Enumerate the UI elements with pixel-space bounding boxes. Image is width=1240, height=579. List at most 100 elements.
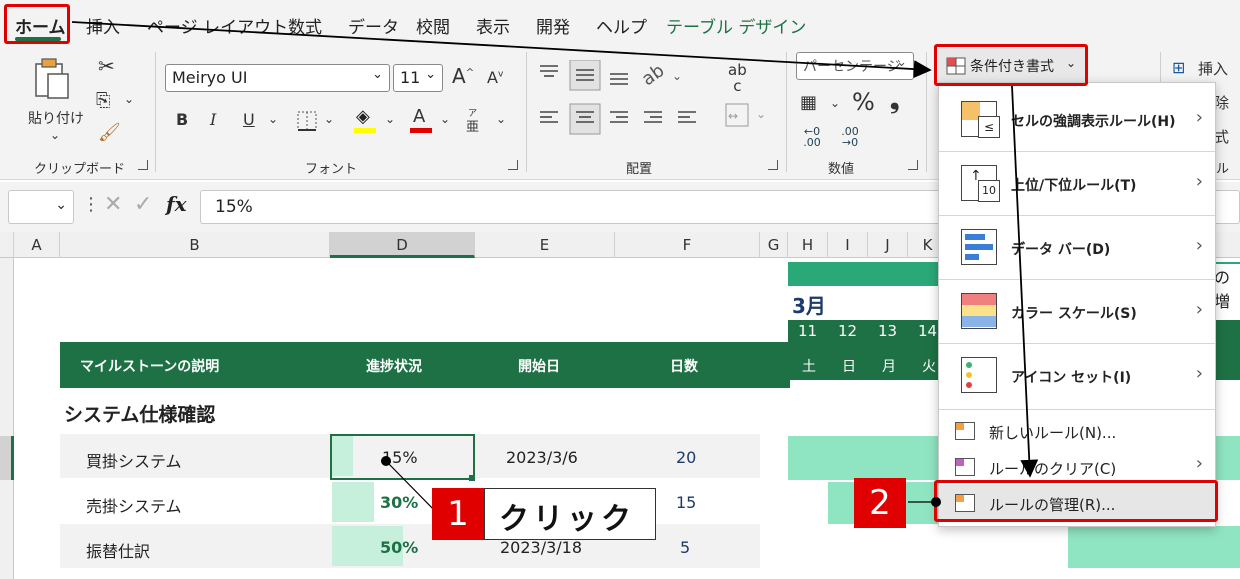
fill-handle[interactable] bbox=[469, 475, 475, 481]
gantt-weekday: 日 bbox=[842, 359, 856, 375]
tab-data[interactable]: データ bbox=[348, 13, 399, 38]
progress-value[interactable]: 50% bbox=[380, 538, 418, 557]
step-2-badge: 2 bbox=[854, 478, 906, 528]
format-cells-label[interactable]: 式 bbox=[1214, 126, 1229, 147]
underline-button[interactable]: U bbox=[243, 110, 255, 129]
column-header-a[interactable]: A bbox=[14, 232, 60, 258]
phonetic-dropdown-icon[interactable]: ⌄ bbox=[496, 112, 506, 126]
alignment-launcher-icon[interactable] bbox=[768, 160, 778, 170]
more-options-icon[interactable]: ⋮ bbox=[82, 194, 100, 215]
font-size-select[interactable]: 11 ⌄ bbox=[393, 64, 443, 92]
italic-button[interactable]: I bbox=[210, 110, 216, 129]
grow-font-button[interactable]: A^ bbox=[452, 64, 474, 88]
insert-cells-label[interactable]: 挿入 bbox=[1198, 58, 1228, 79]
days-value[interactable]: 15 bbox=[676, 493, 696, 512]
tab-page-layout[interactable]: ページ レイアウト bbox=[147, 13, 288, 38]
header-milestone[interactable]: マイルストーンの説明 bbox=[80, 356, 219, 376]
menu-item-highlight-rules[interactable]: ≤ セルの強調表示ルール(H) › bbox=[939, 87, 1215, 151]
icon-sets-icon bbox=[961, 357, 997, 393]
insert-cells-icon[interactable]: ⊞ bbox=[1172, 58, 1185, 77]
font-launcher-icon[interactable] bbox=[508, 160, 518, 170]
select-all-corner[interactable] bbox=[0, 232, 14, 258]
milestone-name[interactable]: 買掛システム bbox=[86, 448, 182, 472]
enter-icon[interactable]: ✓ bbox=[134, 192, 152, 217]
phonetic-guide-button[interactable]: ア亜 bbox=[466, 106, 479, 135]
copy-dropdown-icon[interactable]: ⌄ bbox=[124, 92, 134, 106]
comma-button[interactable]: ❟ bbox=[890, 86, 899, 114]
top-bottom-rules-icon: ↑ 10 bbox=[961, 165, 1000, 202]
currency-icon[interactable]: ▦ bbox=[800, 92, 817, 113]
underline-dropdown-icon[interactable]: ⌄ bbox=[268, 112, 278, 126]
column-header-b[interactable]: B bbox=[60, 232, 330, 258]
milestone-name[interactable]: 売掛システム bbox=[86, 493, 182, 517]
copy-icon[interactable]: ⎘ bbox=[96, 90, 110, 111]
header-start-date[interactable]: 開始日 bbox=[518, 356, 560, 376]
start-date[interactable]: 2023/3/18 bbox=[500, 538, 582, 557]
name-box[interactable]: ⌄ bbox=[8, 190, 74, 224]
menu-item-top-bottom-rules[interactable]: ↑ 10 上位/下位ルール(T) › bbox=[939, 151, 1215, 215]
wrap-text-button[interactable]: ab c bbox=[728, 62, 747, 94]
cancel-icon[interactable]: ✕ bbox=[104, 192, 122, 217]
progress-value[interactable]: 30% bbox=[380, 493, 418, 512]
gantt-weekday: 月 bbox=[882, 359, 896, 375]
phonetic-glyph: 亜 bbox=[466, 120, 480, 135]
format-painter-icon[interactable]: 🖌 bbox=[98, 122, 121, 143]
column-header-i[interactable]: I bbox=[828, 232, 868, 258]
paste-button[interactable]: 貼り付け ⌄ bbox=[22, 56, 84, 146]
column-header-j[interactable]: J bbox=[868, 232, 908, 258]
currency-dropdown-icon[interactable]: ⌄ bbox=[830, 96, 840, 110]
delete-cells-label[interactable]: 除 bbox=[1214, 92, 1229, 113]
column-header-d[interactable]: D bbox=[330, 232, 475, 258]
number-launcher-icon[interactable] bbox=[908, 160, 918, 170]
tab-review[interactable]: 校閲 bbox=[416, 13, 450, 38]
tab-insert[interactable]: 挿入 bbox=[86, 13, 120, 38]
gantt-weekday: 火 bbox=[922, 359, 936, 375]
border-dropdown-icon[interactable]: ⌄ bbox=[324, 112, 334, 126]
days-value[interactable]: 5 bbox=[680, 538, 690, 557]
progress-value[interactable]: 15% bbox=[382, 448, 418, 467]
bold-button[interactable]: B bbox=[176, 110, 188, 129]
number-format-select[interactable]: パーセンテージ ⌄ bbox=[796, 52, 914, 80]
percent-button[interactable]: % bbox=[852, 88, 875, 116]
highlight-home-tab bbox=[4, 4, 70, 44]
decrease-decimal-button[interactable]: .00 →0 bbox=[838, 126, 862, 148]
milestone-name[interactable]: 振替仕訳 bbox=[86, 538, 150, 562]
fill-color-button[interactable]: ◈ bbox=[354, 106, 378, 136]
menu-item-data-bars[interactable]: データ バー(D) › bbox=[939, 215, 1215, 279]
gantt-day: 12 bbox=[838, 322, 858, 340]
tab-view[interactable]: 表示 bbox=[476, 13, 510, 38]
shrink-font-button[interactable]: Av bbox=[487, 68, 503, 87]
menu-item-color-scales[interactable]: カラー スケール(S) › bbox=[939, 279, 1215, 343]
font-color-button[interactable]: A bbox=[410, 106, 432, 136]
tab-help[interactable]: ヘルプ bbox=[596, 13, 647, 38]
border-icon[interactable] bbox=[296, 110, 318, 132]
start-date[interactable]: 2023/3/6 bbox=[506, 448, 578, 467]
insert-function-icon[interactable]: fx bbox=[166, 192, 187, 216]
font-color-dropdown-icon[interactable]: ⌄ bbox=[440, 112, 450, 126]
header-progress[interactable]: 進捗状況 bbox=[366, 356, 422, 376]
cut-icon[interactable]: ✂ bbox=[98, 54, 115, 78]
clipboard-launcher-icon[interactable] bbox=[138, 160, 148, 170]
menu-item-new-rule[interactable]: 新しいルール(N)... bbox=[939, 413, 1215, 449]
tab-table-design[interactable]: テーブル デザイン bbox=[666, 13, 806, 38]
fill-dropdown-icon[interactable]: ⌄ bbox=[385, 112, 395, 126]
chevron-right-icon: › bbox=[1195, 453, 1203, 474]
days-value[interactable]: 20 bbox=[676, 448, 696, 467]
wrap-text-glyph-2: c bbox=[733, 77, 742, 95]
paste-label: 貼り付け bbox=[28, 111, 84, 127]
header-days[interactable]: 日数 bbox=[670, 356, 698, 376]
font-family-select[interactable]: Meiryo UI ⌄ bbox=[165, 64, 390, 92]
svg-text:⌄: ⌄ bbox=[672, 69, 682, 83]
font-size-value: 11 bbox=[400, 68, 421, 87]
fill-color-swatch bbox=[354, 128, 376, 133]
increase-decimal-button[interactable]: ←0 .00 bbox=[800, 126, 824, 148]
gantt-bar-row3 bbox=[1068, 526, 1240, 568]
column-header-e[interactable]: E bbox=[475, 232, 615, 258]
menu-item-icon-sets[interactable]: アイコン セット(I) › bbox=[939, 343, 1215, 407]
column-header-h[interactable]: H bbox=[788, 232, 828, 258]
column-header-f[interactable]: F bbox=[615, 232, 760, 258]
column-header-g[interactable]: G bbox=[760, 232, 788, 258]
tab-formulas[interactable]: 数式 bbox=[288, 13, 322, 38]
tab-developer[interactable]: 開発 bbox=[536, 13, 570, 38]
gantt-partial-text: の増 bbox=[1212, 264, 1240, 312]
